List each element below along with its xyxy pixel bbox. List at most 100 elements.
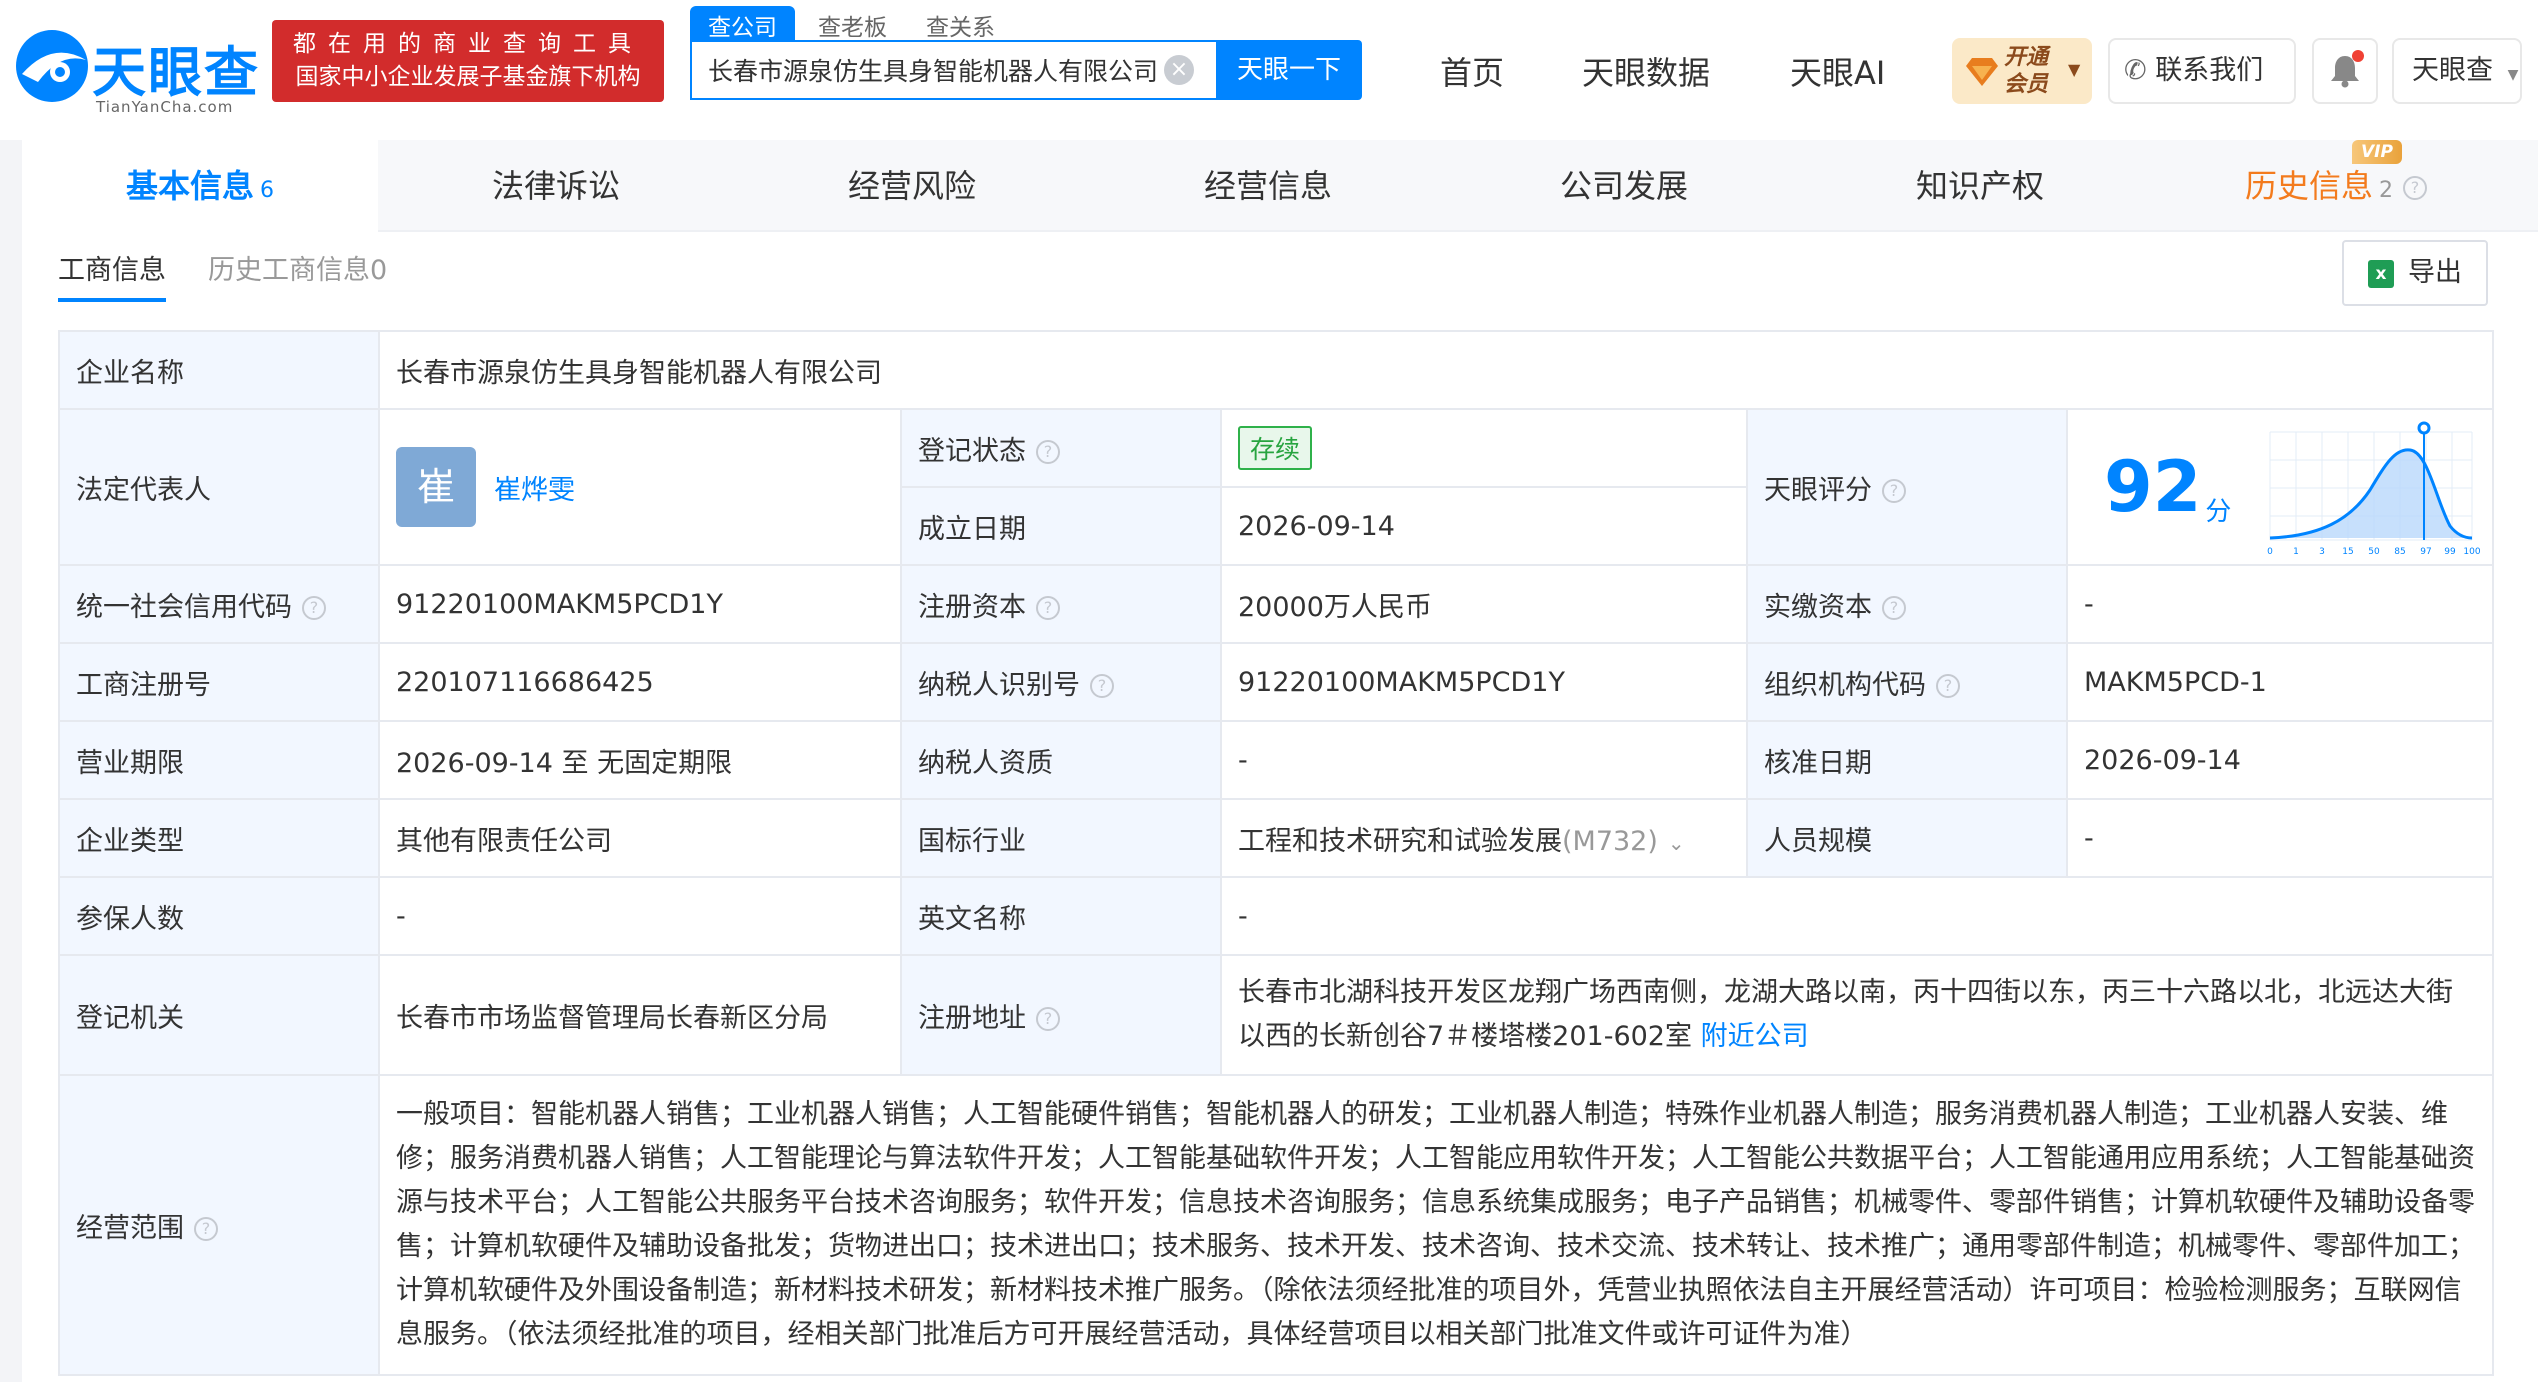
score-unit: 分 — [2205, 497, 2232, 527]
scope-label-text: 经营范围 — [76, 1212, 184, 1244]
tab-legal[interactable]: 法律诉讼 — [378, 140, 734, 232]
help-icon[interactable]: ? — [1882, 479, 1906, 503]
vip-label: 开通 会员 — [2004, 44, 2064, 98]
tab-operation[interactable]: 经营信息 — [1090, 140, 1446, 232]
score-axis-tick: 97 — [2420, 547, 2431, 557]
help-icon[interactable]: ? — [1936, 674, 1960, 698]
nav-data[interactable]: 天眼数据 — [1582, 48, 1710, 94]
score-cell[interactable]: 92 分 0 1 3 15 50 85 97 99 100 — [2066, 408, 2494, 566]
industry-value[interactable]: 工程和技术研究和试验发展(M732) ⌄ — [1220, 798, 1748, 878]
address-text: 长春市北湖科技开发区龙翔广场西南侧，龙湖大路以南，丙十四街以东，丙三十六路以北，… — [1238, 977, 2453, 1052]
help-icon[interactable]: ? — [2403, 176, 2427, 200]
help-icon[interactable]: ? — [1036, 596, 1060, 620]
table-row: 企业类型 其他有限责任公司 国标行业 工程和技术研究和试验发展(M732) ⌄ 人… — [58, 798, 2494, 878]
contact-button[interactable]: ✆ 联系我们 — [2108, 38, 2296, 104]
search-tab-company[interactable]: 查公司 — [690, 6, 795, 41]
org-code-value: MAKM5PCD-1 — [2066, 642, 2494, 722]
status-label-text: 登记状态 — [918, 435, 1026, 467]
table-row: 参保人数 - 英文名称 - — [58, 876, 2494, 956]
tab-label: 经营信息 — [1203, 167, 1332, 205]
help-icon[interactable]: ? — [1882, 596, 1906, 620]
address-label-text: 注册地址 — [918, 1002, 1026, 1034]
tab-label: 知识产权 — [1915, 167, 2044, 205]
clear-icon[interactable]: × — [1164, 55, 1194, 85]
insured-label: 参保人数 — [58, 876, 380, 956]
logo-eye-icon — [16, 30, 88, 102]
english-name-value: - — [1220, 876, 2494, 956]
subtab-underline — [58, 298, 166, 302]
nav-ai[interactable]: 天眼AI — [1790, 48, 1885, 94]
credit-code-label: 统一社会信用代码? — [58, 564, 380, 644]
score-axis-tick: 1 — [2293, 547, 2299, 557]
logo-site: TianYanCha.com — [96, 98, 234, 116]
banner-line-1: 都在用的商业查询工具 — [293, 31, 643, 57]
score-axis-tick: 85 — [2394, 547, 2405, 557]
tianyancha-logo[interactable]: 天眼查 TianYanCha.com — [0, 18, 260, 116]
notification-button[interactable] — [2312, 38, 2378, 104]
score-label: 天眼评分? — [1746, 408, 2068, 566]
tab-ip[interactable]: 知识产权 — [1802, 140, 2158, 232]
status-cell: 存续 — [1220, 408, 1748, 488]
caret-down-icon: ▼ — [2068, 60, 2081, 79]
scope-label: 经营范围? — [58, 1074, 380, 1376]
reg-capital-label: 注册资本? — [900, 564, 1222, 644]
tab-basic-info[interactable]: 基本信息 6 — [22, 140, 378, 232]
subtab-business-info[interactable]: 工商信息 — [58, 248, 166, 287]
type-value: 其他有限责任公司 — [378, 798, 902, 878]
help-icon[interactable]: ? — [302, 596, 326, 620]
taxpayer-id-label-text: 纳税人识别号 — [918, 669, 1080, 701]
vip-tag: VIP — [2352, 140, 2402, 164]
help-icon[interactable]: ? — [1036, 440, 1060, 464]
table-row: 经营范围? 一般项目：智能机器人销售；工业机器人销售；人工智能硬件销售；智能机器… — [58, 1074, 2494, 1376]
industry-code: (M732) — [1562, 825, 1658, 857]
tab-history[interactable]: 历史信息 2? — [2158, 140, 2514, 232]
excel-icon: x — [2368, 260, 2394, 288]
avatar[interactable]: 崔 — [396, 447, 476, 527]
search-button[interactable]: 天眼一下 — [1216, 40, 1362, 100]
nearby-companies-link[interactable]: 附近公司 — [1701, 1021, 1809, 1052]
contact-label: 联系我们 — [2155, 55, 2264, 86]
tab-risk[interactable]: 经营风险 — [734, 140, 1090, 232]
legal-rep-label: 法定代表人 — [58, 408, 380, 566]
approval-date-label: 核准日期 — [1746, 720, 2068, 800]
vip-button[interactable]: 开通 会员 ▼ — [1952, 38, 2092, 104]
export-button[interactable]: x 导出 — [2342, 240, 2488, 306]
banner-line-2: 国家中小企业发展子基金旗下机构 — [295, 64, 641, 90]
search-tab-boss[interactable]: 查老板 — [800, 6, 905, 41]
company-panel: 基本信息 6 法律诉讼 经营风险 经营信息 公司发展 知识产权 历史信息 2? VI… — [22, 140, 2538, 1382]
subtab-history-business-info[interactable]: 历史工商信息0 — [208, 248, 387, 287]
reg-capital-value: 20000万人民币 — [1220, 564, 1748, 644]
address-label: 注册地址? — [900, 954, 1222, 1076]
company-name: 长春市源泉仿生具身智能机器人有限公司 — [378, 330, 2494, 410]
user-menu[interactable]: 天眼查 ▼ — [2392, 38, 2522, 104]
score-label-text: 天眼评分 — [1764, 474, 1872, 506]
export-label: 导出 — [2408, 257, 2462, 288]
reg-no-label: 工商注册号 — [58, 642, 380, 722]
table-row: 法定代表人 崔崔烨雯 登记状态? 存续 天眼评分? 92 分 0 1 3 15 … — [58, 408, 2494, 566]
insured-value: - — [378, 876, 902, 956]
score-value: 92 — [2104, 446, 2202, 528]
authority-value: 长春市市场监督管理局长春新区分局 — [378, 954, 902, 1076]
help-icon[interactable]: ? — [1036, 1007, 1060, 1031]
taxpayer-qual-value: - — [1220, 720, 1748, 800]
help-icon[interactable]: ? — [1090, 674, 1114, 698]
tab-development[interactable]: 公司发展 — [1446, 140, 1802, 232]
credit-code-label-text: 统一社会信用代码 — [76, 591, 292, 623]
search-box: × 天眼一下 — [690, 40, 1362, 100]
vip-label-line-2: 会员 — [2004, 72, 2049, 97]
staff-label: 人员规模 — [1746, 798, 2068, 878]
legal-rep-cell: 崔崔烨雯 — [378, 408, 902, 566]
paid-capital-value: - — [2066, 564, 2494, 644]
legal-rep-link[interactable]: 崔烨雯 — [494, 475, 575, 506]
search-tab-relation[interactable]: 查关系 — [908, 6, 1013, 41]
address-value: 长春市北湖科技开发区龙翔广场西南侧，龙湖大路以南，丙十四街以东，丙三十六路以北，… — [1220, 954, 2494, 1076]
nav-home[interactable]: 首页 — [1440, 48, 1504, 94]
diamond-icon — [1966, 58, 1998, 86]
industry-label: 国标行业 — [900, 798, 1222, 878]
business-info-table: 企业名称 长春市源泉仿生具身智能机器人有限公司 法定代表人 崔崔烨雯 登记状态?… — [58, 330, 2494, 1376]
table-row: 企业名称 长春市源泉仿生具身智能机器人有限公司 — [58, 330, 2494, 410]
search-input[interactable] — [692, 42, 1202, 98]
logo-wordmark: 天眼查 — [92, 41, 260, 104]
help-icon[interactable]: ? — [194, 1217, 218, 1241]
user-name: 天眼查 — [2412, 55, 2493, 86]
